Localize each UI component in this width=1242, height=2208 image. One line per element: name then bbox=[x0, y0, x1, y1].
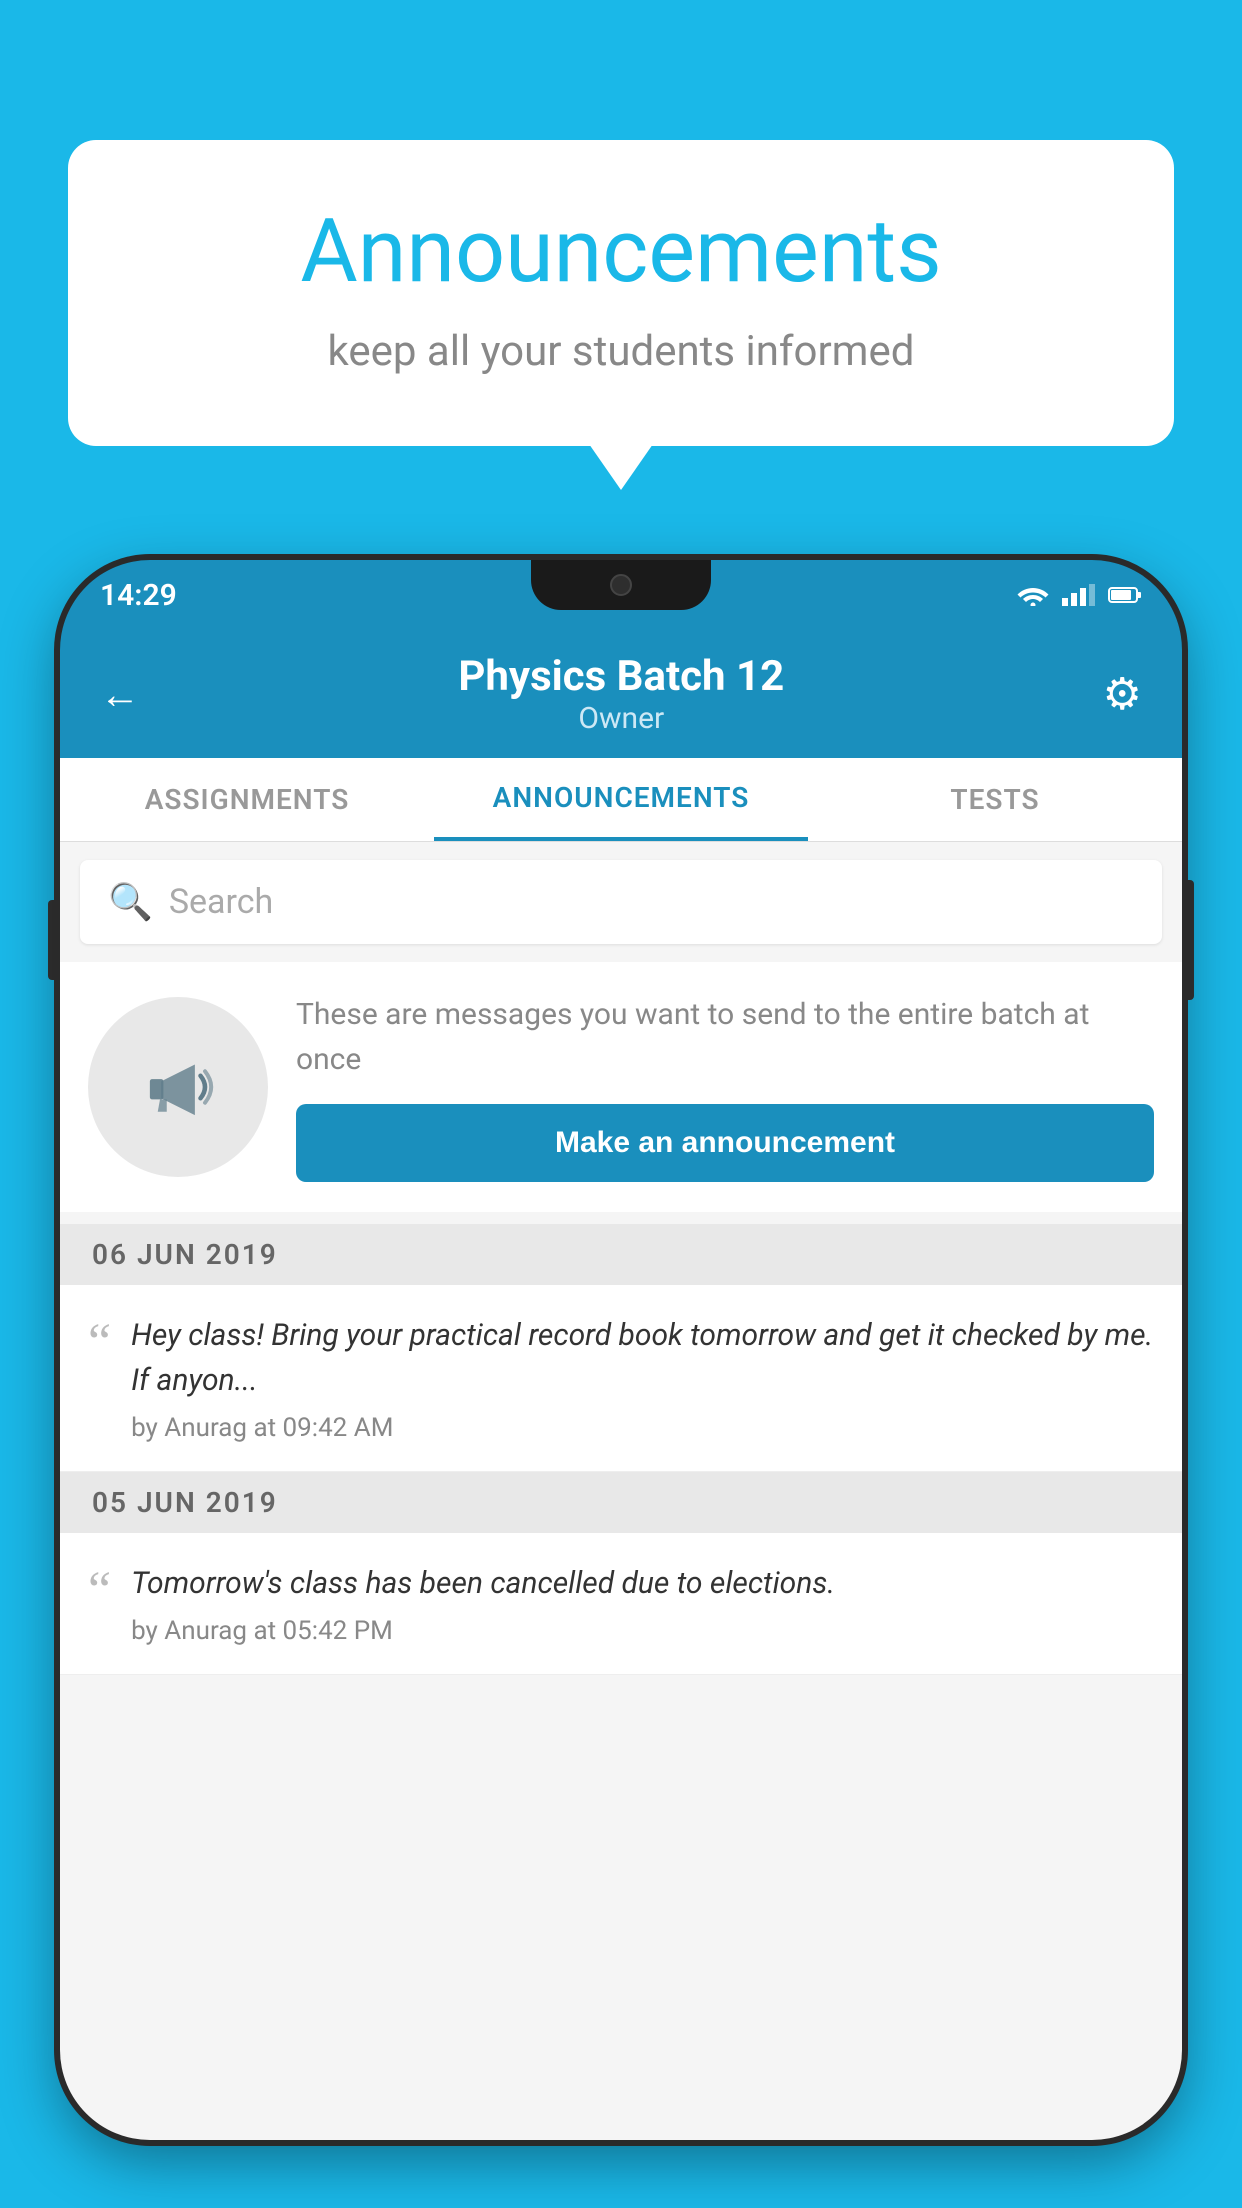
quote-icon-2: “ bbox=[88, 1565, 111, 1617]
announcement-meta-2: by Anurag at 05:42 PM bbox=[131, 1616, 1154, 1646]
bubble-subtitle: keep all your students informed bbox=[148, 327, 1094, 376]
search-icon: 🔍 bbox=[108, 881, 153, 923]
quote-icon-1: “ bbox=[88, 1317, 111, 1369]
announcement-text-2: Tomorrow's class has been cancelled due … bbox=[131, 1561, 1154, 1606]
batch-name: Physics Batch 12 bbox=[140, 652, 1103, 701]
tab-assignments[interactable]: ASSIGNMENTS bbox=[60, 758, 434, 841]
header-role: Owner bbox=[140, 701, 1103, 736]
app-header: ← Physics Batch 12 Owner ⚙ bbox=[60, 630, 1182, 758]
wifi-icon bbox=[1016, 584, 1050, 606]
header-title-block: Physics Batch 12 Owner bbox=[140, 652, 1103, 736]
tabs-bar: ASSIGNMENTS ANNOUNCEMENTS TESTS bbox=[60, 758, 1182, 842]
make-announcement-button[interactable]: Make an announcement bbox=[296, 1104, 1154, 1182]
announcement-body-1: Hey class! Bring your practical record b… bbox=[131, 1313, 1154, 1443]
back-button[interactable]: ← bbox=[100, 671, 140, 718]
announcement-meta-1: by Anurag at 09:42 AM bbox=[131, 1413, 1154, 1443]
content-area: 🔍 Search bbox=[60, 842, 1182, 2140]
search-bar[interactable]: 🔍 Search bbox=[80, 860, 1162, 944]
volume-button bbox=[48, 900, 60, 980]
phone-wrapper: 14:29 bbox=[60, 560, 1182, 2208]
notch bbox=[531, 560, 711, 610]
bubble-title: Announcements bbox=[148, 200, 1094, 303]
date-text-2: 05 JUN 2019 bbox=[92, 1486, 278, 1519]
phone-frame: 14:29 bbox=[60, 560, 1182, 2140]
date-text-1: 06 JUN 2019 bbox=[92, 1238, 278, 1271]
megaphone-icon bbox=[133, 1042, 223, 1132]
status-icons bbox=[1016, 584, 1142, 606]
power-button bbox=[1182, 880, 1194, 1000]
date-separator-2: 05 JUN 2019 bbox=[60, 1472, 1182, 1533]
search-input[interactable]: Search bbox=[169, 882, 273, 922]
promo-block: These are messages you want to send to t… bbox=[60, 962, 1182, 1212]
announcement-item-2[interactable]: “ Tomorrow's class has been cancelled du… bbox=[60, 1533, 1182, 1675]
speech-bubble: Announcements keep all your students inf… bbox=[68, 140, 1174, 446]
promo-description: These are messages you want to send to t… bbox=[296, 992, 1154, 1082]
signal-icon bbox=[1062, 584, 1096, 606]
battery-icon bbox=[1108, 584, 1142, 606]
date-separator-1: 06 JUN 2019 bbox=[60, 1224, 1182, 1285]
tab-tests[interactable]: TESTS bbox=[808, 758, 1182, 841]
megaphone-circle bbox=[88, 997, 268, 1177]
speech-bubble-container: Announcements keep all your students inf… bbox=[68, 140, 1174, 446]
settings-icon[interactable]: ⚙ bbox=[1103, 668, 1142, 720]
promo-right: These are messages you want to send to t… bbox=[296, 992, 1154, 1182]
tab-announcements[interactable]: ANNOUNCEMENTS bbox=[434, 758, 808, 841]
announcement-item-1[interactable]: “ Hey class! Bring your practical record… bbox=[60, 1285, 1182, 1472]
camera-dot bbox=[610, 574, 632, 596]
announcement-text-1: Hey class! Bring your practical record b… bbox=[131, 1313, 1154, 1403]
announcement-body-2: Tomorrow's class has been cancelled due … bbox=[131, 1561, 1154, 1646]
